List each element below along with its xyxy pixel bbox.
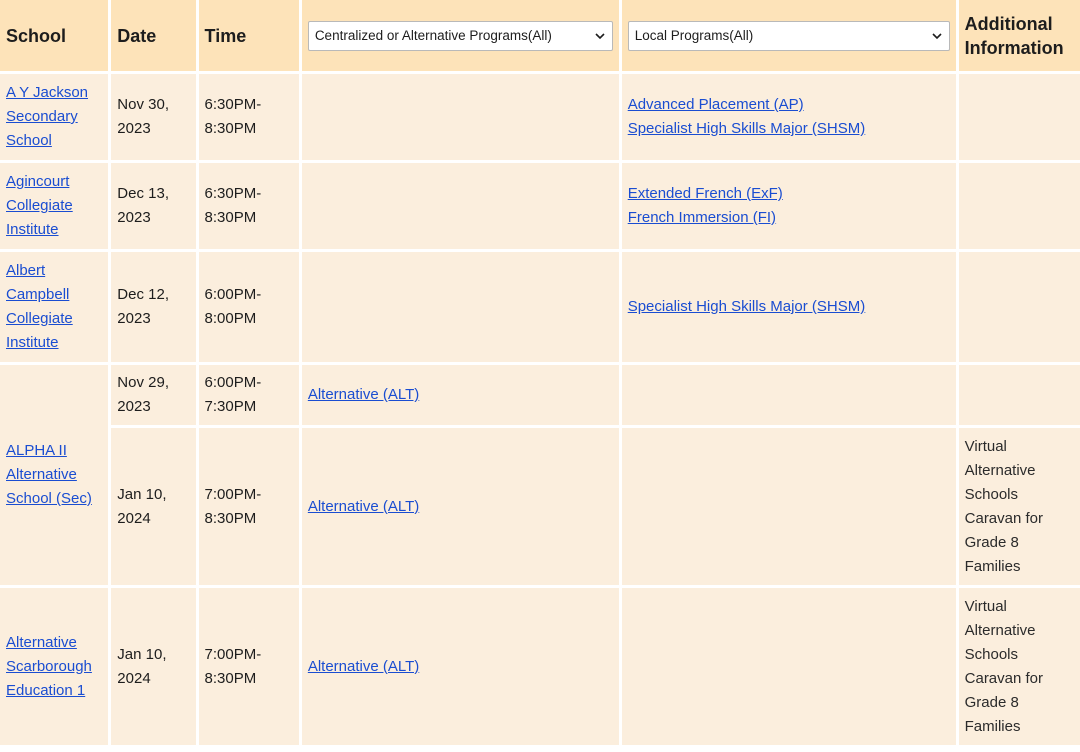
central-program-link[interactable]: Alternative (ALT): [308, 386, 419, 403]
central-program-link[interactable]: Alternative (ALT): [308, 658, 419, 675]
header-centralized-filter-cell: Centralized or Alternative Programs(All): [301, 0, 619, 71]
table-row: Jan 10, 2024 7:00PM-8:30PM Alternative (…: [0, 428, 1080, 585]
central-program-cell: [301, 252, 619, 362]
info-cell: [958, 163, 1080, 249]
central-program-cell: [301, 163, 619, 249]
local-program-link[interactable]: French Immersion (FI): [628, 206, 950, 230]
chevron-down-icon: [932, 32, 942, 39]
school-link[interactable]: ALPHA II Alternative School (Sec): [6, 442, 92, 507]
local-program-cell: Advanced Placement (AP) Specialist High …: [621, 74, 956, 160]
time-cell: 7:00PM-8:30PM: [198, 588, 299, 745]
local-program-cell: [621, 365, 956, 425]
date-cell: Dec 12, 2023: [111, 252, 196, 362]
local-program-cell: [621, 428, 956, 585]
local-programs-select-value: Local Programs(All): [634, 27, 754, 43]
table-row: Agincourt Collegiate Institute Dec 13, 2…: [0, 163, 1080, 249]
header-local-filter-cell: Local Programs(All): [621, 0, 956, 71]
date-cell: Nov 30, 2023: [111, 74, 196, 160]
table-row: ALPHA II Alternative School (Sec) Nov 29…: [0, 365, 1080, 585]
table-row: A Y Jackson Secondary School Nov 30, 202…: [0, 74, 1080, 160]
local-program-cell: Extended French (ExF) French Immersion (…: [621, 163, 956, 249]
info-cell: [958, 74, 1080, 160]
central-program-cell: Alternative (ALT): [301, 365, 619, 425]
open-house-table: School Date Time Centralized or Alternat…: [0, 0, 1080, 748]
header-date: Date: [111, 0, 196, 71]
header-time: Time: [198, 0, 299, 71]
table-header-row: School Date Time Centralized or Alternat…: [0, 0, 1080, 71]
local-program-link[interactable]: Specialist High Skills Major (SHSM): [628, 117, 950, 141]
header-school: School: [0, 0, 109, 71]
central-program-cell: Alternative (ALT): [301, 588, 619, 745]
info-cell: Virtual Alternative Schools Caravan for …: [958, 428, 1080, 585]
time-cell: 6:30PM-8:30PM: [198, 163, 299, 249]
date-cell: Jan 10, 2024: [111, 588, 196, 745]
date-cell: Nov 29, 2023: [111, 365, 196, 425]
table-row: Alternative Scarborough Education 1 Jan …: [0, 588, 1080, 745]
header-additional-info: Additional Information: [958, 0, 1080, 71]
school-link[interactable]: Albert Campbell Collegiate Institute: [6, 262, 73, 351]
time-cell: 6:00PM-7:30PM: [198, 365, 299, 425]
info-cell: Virtual Alternative Schools Caravan for …: [958, 588, 1080, 745]
info-cell: [958, 252, 1080, 362]
local-program-link[interactable]: Specialist High Skills Major (SHSM): [628, 295, 950, 319]
time-cell: 6:00PM-8:00PM: [198, 252, 299, 362]
date-cell: Jan 10, 2024: [111, 428, 196, 585]
time-cell: 7:00PM-8:30PM: [198, 428, 299, 585]
date-cell: Dec 13, 2023: [111, 163, 196, 249]
chevron-down-icon: [595, 32, 605, 39]
local-program-link[interactable]: Extended French (ExF): [628, 182, 950, 206]
local-program-link[interactable]: Advanced Placement (AP): [628, 93, 950, 117]
centralized-programs-select-value: Centralized or Alternative Programs(All): [314, 27, 552, 43]
central-program-cell: [301, 74, 619, 160]
time-cell: 6:30PM-8:30PM: [198, 74, 299, 160]
central-program-cell: Alternative (ALT): [301, 428, 619, 585]
school-link[interactable]: Agincourt Collegiate Institute: [6, 173, 73, 238]
table-row: Albert Campbell Collegiate Institute Dec…: [0, 252, 1080, 362]
school-link[interactable]: Alternative Scarborough Education 1: [6, 634, 92, 699]
centralized-programs-select[interactable]: Centralized or Alternative Programs(All): [307, 20, 613, 51]
local-program-cell: [621, 588, 956, 745]
school-link[interactable]: A Y Jackson Secondary School: [6, 84, 88, 149]
local-program-cell: Specialist High Skills Major (SHSM): [621, 252, 956, 362]
local-programs-select[interactable]: Local Programs(All): [627, 20, 950, 51]
central-program-link[interactable]: Alternative (ALT): [308, 498, 419, 515]
info-cell: [958, 365, 1080, 425]
